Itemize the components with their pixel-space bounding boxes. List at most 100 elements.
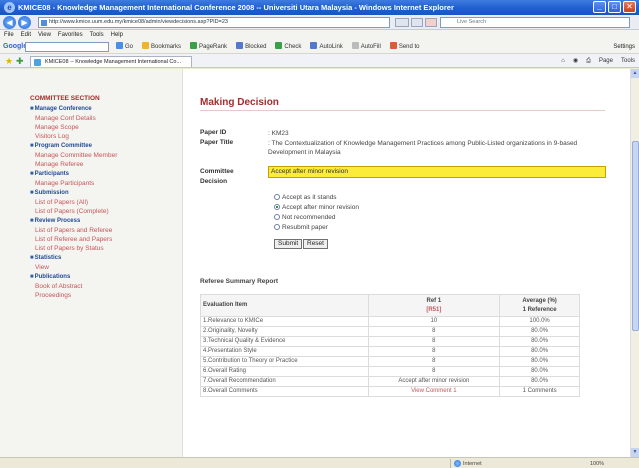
- col-average: Average (%) 1 Reference: [499, 294, 580, 317]
- google-go-button[interactable]: Go: [116, 40, 133, 53]
- sidebar-link-referee[interactable]: Manage Referee: [30, 160, 160, 169]
- google-autolink-button[interactable]: AutoLink: [310, 40, 343, 53]
- url-input[interactable]: http://www.kmice.uum.edu.my/kmice08/admi…: [38, 17, 390, 28]
- home-icon[interactable]: ⌂: [561, 54, 565, 68]
- sidebar-group-review: ■Review Process List of Papers and Refer…: [30, 217, 182, 253]
- google-sendto-button[interactable]: Send to: [389, 40, 420, 53]
- window-titlebar: e KMICE08 - Knowledge Management Interna…: [0, 0, 639, 15]
- add-favorite-icon[interactable]: ✚: [16, 54, 24, 68]
- sidebar: COMMITTEE SECTION ■Manage Conference Man…: [0, 69, 183, 457]
- active-tab[interactable]: KMICE08 -- Knowledge Management Internat…: [30, 56, 192, 67]
- stop-icon[interactable]: [425, 18, 437, 27]
- bookmark-star-icon: [142, 42, 150, 49]
- minimize-button[interactable]: _: [593, 1, 606, 13]
- submit-button[interactable]: Submit: [274, 239, 303, 249]
- table-row: 3.Technical Quality & Evidence 8 80.0%: [200, 336, 580, 347]
- sidebar-link-papers-complete[interactable]: List of Papers (Complete): [30, 207, 160, 216]
- sidebar-heading: COMMITTEE SECTION: [30, 95, 100, 102]
- title-divider: [200, 110, 605, 111]
- sidebar-link-conf-details[interactable]: Manage Conf Details: [30, 114, 160, 123]
- sidebar-link-visitors-log[interactable]: Visitors Log: [30, 132, 160, 141]
- scrollbar-thumb[interactable]: [632, 141, 639, 331]
- option-resubmit[interactable]: Resubmit paper: [274, 223, 328, 232]
- menu-help[interactable]: Help: [111, 30, 123, 40]
- sidebar-link-abstract[interactable]: Book of Abstract: [30, 282, 160, 291]
- sidebar-link-referee-papers[interactable]: List of Referee and Papers: [30, 235, 160, 244]
- security-zone: Internet: [450, 459, 550, 468]
- feeds-icon[interactable]: ◉: [573, 54, 578, 68]
- maximize-button[interactable]: □: [608, 1, 621, 13]
- ie-logo-icon: e: [4, 2, 15, 13]
- sidebar-link-papers-all[interactable]: List of Papers (All): [30, 198, 160, 207]
- sidebar-group-title: ■Manage Conference: [30, 106, 92, 112]
- sidebar-link-participants[interactable]: Manage Participants: [30, 179, 160, 188]
- sidebar-group-title: ■Program Committee: [30, 143, 92, 149]
- forward-button[interactable]: ▶: [18, 16, 31, 29]
- referee-link[interactable]: [R51]: [426, 307, 441, 313]
- window-title: KMICE08 - Knowledge Management Internati…: [18, 3, 454, 12]
- compat-icon[interactable]: [395, 18, 409, 27]
- radio-button-selected[interactable]: [274, 204, 280, 210]
- sidebar-link-papers-status[interactable]: List of Papers by Status: [30, 244, 160, 253]
- radio-button[interactable]: [274, 214, 280, 220]
- paper-title-value: : The Contextualization of Knowledge Man…: [268, 140, 578, 156]
- referee-summary-table: Evaluation Item Ref 1 [R51] Average (%) 1 …: [200, 294, 580, 397]
- table-header-row: Evaluation Item Ref 1 [R51] Average (%) 1 …: [200, 294, 580, 317]
- favorites-star-icon[interactable]: ★: [5, 54, 13, 68]
- menu-file[interactable]: File: [4, 30, 14, 40]
- scroll-down-icon[interactable]: ▼: [631, 448, 639, 457]
- tools-menu-button[interactable]: Tools: [621, 54, 635, 68]
- radio-button[interactable]: [274, 224, 280, 230]
- option-not-recommended[interactable]: Not recommended: [274, 213, 335, 222]
- page-menu-button[interactable]: Page: [599, 54, 613, 68]
- google-pagerank[interactable]: PageRank: [190, 40, 227, 53]
- status-bar: Internet 100%: [0, 457, 639, 468]
- page-icon: [41, 20, 47, 26]
- bullet-icon: ■: [30, 255, 34, 261]
- menu-favorites[interactable]: Favorites: [58, 30, 83, 40]
- table-row: 1.Relevance to KMICe 10 100.0%: [200, 316, 580, 327]
- bullet-icon: ■: [30, 274, 34, 280]
- menu-tools[interactable]: Tools: [90, 30, 104, 40]
- tab-title: KMICE08 -- Knowledge Management Internat…: [45, 59, 182, 65]
- vertical-scrollbar[interactable]: ▲ ▼: [630, 69, 639, 457]
- scroll-up-icon[interactable]: ▲: [631, 69, 639, 78]
- zoom-level[interactable]: 100%: [590, 459, 604, 468]
- sidebar-group-program-committee: ■Program Committee Manage Committee Memb…: [30, 142, 182, 169]
- table-row: 6.Overall Rating 8 80.0%: [200, 366, 580, 377]
- sidebar-link-papers-referee[interactable]: List of Papers and Referee: [30, 226, 160, 235]
- reset-button[interactable]: Reset: [303, 239, 328, 249]
- sidebar-group-title: ■Review Process: [30, 218, 81, 224]
- popup-blocker-icon: [236, 42, 244, 49]
- refresh-icon[interactable]: [411, 18, 423, 27]
- option-accept-minor[interactable]: Accept after minor revision: [274, 203, 359, 212]
- view-comment-link[interactable]: View Comment 1: [411, 388, 457, 394]
- autofill-icon: [351, 42, 359, 49]
- table-row: 7.Overall Recommendation Accept after min…: [200, 376, 580, 387]
- paper-id-label: Paper ID: [200, 129, 227, 136]
- sidebar-group-participants: ■Participants Manage Participants: [30, 170, 182, 188]
- menu-edit[interactable]: Edit: [21, 30, 31, 40]
- sidebar-link-view[interactable]: View: [30, 263, 160, 272]
- option-accept-as-is[interactable]: Accept as it stands: [274, 193, 337, 202]
- google-check-button[interactable]: Check: [275, 40, 301, 53]
- decision-label-line2: Decision: [200, 178, 228, 185]
- google-search-input[interactable]: [25, 42, 109, 52]
- close-button[interactable]: ✕: [623, 1, 636, 13]
- sidebar-link-committee-member[interactable]: Manage Committee Member: [30, 151, 160, 160]
- col-evaluation-item: Evaluation Item: [200, 294, 369, 317]
- menu-view[interactable]: View: [38, 30, 51, 40]
- sidebar-link-scope[interactable]: Manage Scope: [30, 123, 160, 132]
- search-input[interactable]: Live Search: [440, 17, 630, 28]
- spellcheck-icon: [275, 42, 283, 49]
- radio-button[interactable]: [274, 194, 280, 200]
- google-settings-button[interactable]: Settings: [613, 40, 635, 53]
- google-blocked-button[interactable]: Blocked: [236, 40, 266, 53]
- tab-page-icon: [34, 59, 41, 66]
- print-icon[interactable]: ⎙: [586, 54, 591, 68]
- google-autofill-button[interactable]: AutoFill: [351, 40, 381, 53]
- sidebar-link-proceedings[interactable]: Proceedings: [30, 291, 160, 300]
- back-button[interactable]: ◀: [3, 16, 16, 29]
- url-text: http://www.kmice.uum.edu.my/kmice08/admi…: [49, 19, 228, 25]
- google-bookmarks-button[interactable]: Bookmarks: [142, 40, 181, 53]
